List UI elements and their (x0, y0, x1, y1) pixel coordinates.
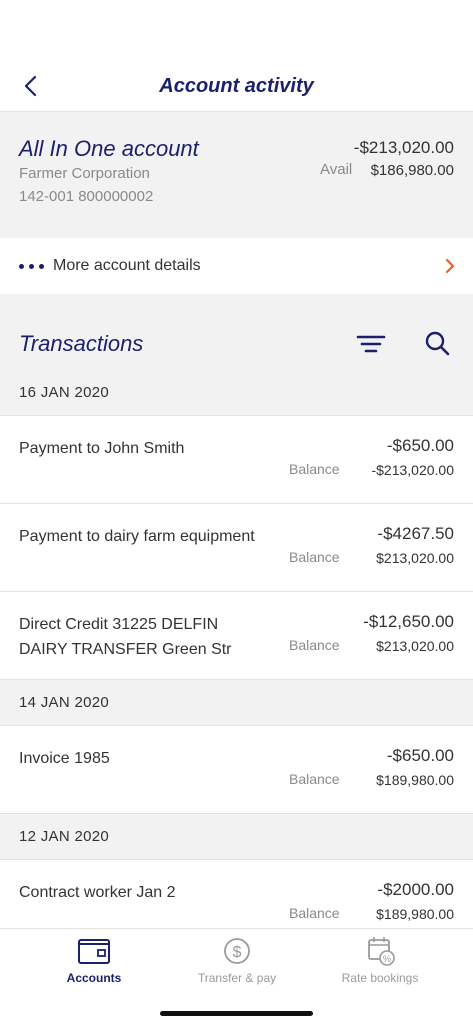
chevron-right-icon (445, 258, 455, 274)
transaction-row[interactable]: Invoice 1985 -$650.00 Balance $189,980.0… (0, 726, 473, 814)
transaction-description: Payment to dairy farm equipment (19, 528, 255, 545)
account-balance: -$213,020.00 (353, 138, 454, 157)
transaction-amount: -$650.00 (386, 746, 454, 765)
account-number: 142-001 800000002 (19, 188, 154, 205)
more-details-label: More account details (53, 257, 201, 274)
page-title: Account activity (159, 75, 314, 97)
transaction-amount: -$2000.00 (377, 880, 454, 899)
transaction-description: Payment to John Smith (19, 440, 185, 457)
search-icon[interactable] (424, 330, 450, 356)
balance-label: Balance (289, 549, 340, 565)
account-summary: All In One account Farmer Corporation 14… (0, 112, 473, 238)
svg-text:%: % (383, 954, 391, 964)
transactions-header: Transactions (0, 294, 473, 370)
filter-icon[interactable] (356, 332, 386, 356)
bottom-tab-bar: Accounts $ Transfer & pay % Rate booking… (0, 928, 473, 1024)
tab-rate-bookings[interactable]: % Rate bookings (305, 935, 455, 985)
more-account-details-button[interactable]: More account details (0, 238, 473, 294)
transactions-title: Transactions (19, 331, 144, 356)
transaction-amount: -$650.00 (386, 436, 454, 455)
transaction-row[interactable]: Payment to John Smith -$650.00 Balance -… (0, 416, 473, 504)
available-amount: $186,980.00 (370, 162, 454, 179)
running-balance: $213,020.00 (376, 550, 454, 566)
transaction-amount: -$12,650.00 (363, 612, 454, 631)
tab-accounts[interactable]: Accounts (19, 935, 169, 985)
svg-text:$: $ (233, 944, 242, 961)
account-owner: Farmer Corporation (19, 165, 150, 182)
date-header: 16 JAN 2020 (0, 370, 473, 416)
dollar-circle-icon: $ (224, 938, 250, 964)
balance-label: Balance (289, 771, 340, 787)
transaction-row[interactable]: Payment to dairy farm equipment -$4267.5… (0, 504, 473, 592)
balance-label: Balance (289, 637, 340, 653)
running-balance: $213,020.00 (376, 638, 454, 654)
tab-transfer-pay[interactable]: $ Transfer & pay (162, 935, 312, 985)
tab-transfer-label: Transfer & pay (197, 971, 277, 985)
dots-icon (19, 264, 44, 269)
calendar-percent-icon: % (368, 937, 395, 966)
transaction-description: Contract worker Jan 2 (19, 884, 176, 901)
app-header: Account activity (0, 0, 473, 112)
running-balance: $189,980.00 (376, 772, 454, 788)
available-label: Avail (320, 161, 353, 178)
transaction-amount: -$4267.50 (377, 524, 454, 543)
home-indicator (160, 1011, 313, 1016)
account-name: All In One account (19, 136, 199, 161)
running-balance: $189,980.00 (376, 906, 454, 922)
transaction-description: Invoice 1985 (19, 750, 110, 767)
tab-accounts-label: Accounts (66, 971, 122, 985)
transaction-row[interactable]: Contract worker Jan 2 -$2000.00 Balance … (0, 860, 473, 928)
date-header: 12 JAN 2020 (0, 814, 473, 860)
running-balance: -$213,020.00 (371, 462, 454, 478)
transaction-description: Direct Credit 31225 DELFIN DAIRY TRANSFE… (19, 616, 232, 658)
balance-label: Balance (289, 461, 340, 477)
balance-label: Balance (289, 905, 340, 921)
date-header: 14 JAN 2020 (0, 680, 473, 726)
tab-rates-label: Rate bookings (341, 971, 419, 985)
wallet-icon (78, 939, 110, 964)
transaction-row[interactable]: Direct Credit 31225 DELFIN DAIRY TRANSFE… (0, 592, 473, 680)
transaction-list[interactable]: 16 JAN 2020 Payment to John Smith -$650.… (0, 370, 473, 928)
